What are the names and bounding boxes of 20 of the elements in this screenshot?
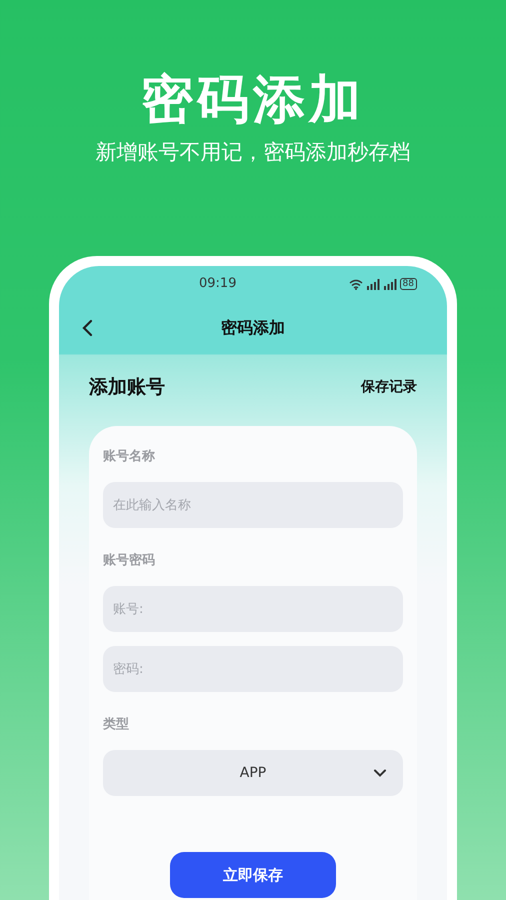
save-records-link[interactable]: 保存记录 (361, 376, 417, 398)
back-icon[interactable] (81, 319, 93, 337)
field-label: 账号密码 (103, 552, 156, 570)
field-label: 账号名称 (103, 448, 156, 466)
status-time: 09:19 (199, 275, 236, 294)
signal-icon (382, 278, 397, 290)
input-field[interactable]: 密码: (103, 646, 403, 692)
input-field[interactable]: 在此输入名称 (103, 482, 403, 528)
select-value: APP (240, 764, 266, 782)
wifi-icon (348, 278, 363, 290)
input-field[interactable]: 账号: (103, 586, 403, 632)
nav-title: 密码添加 (221, 317, 285, 339)
promo-tagline: 新增账号不用记，密码添加秒存档 (96, 139, 410, 166)
signal-icon (366, 278, 380, 290)
section-title: 添加账号 (89, 374, 165, 400)
type-select[interactable]: APP (103, 750, 403, 796)
save-button[interactable]: 立即保存 (170, 852, 336, 898)
battery-icon: 88 (400, 278, 417, 290)
promo-headline: 密码添加 (141, 70, 365, 130)
field-label: 类型 (103, 716, 130, 734)
